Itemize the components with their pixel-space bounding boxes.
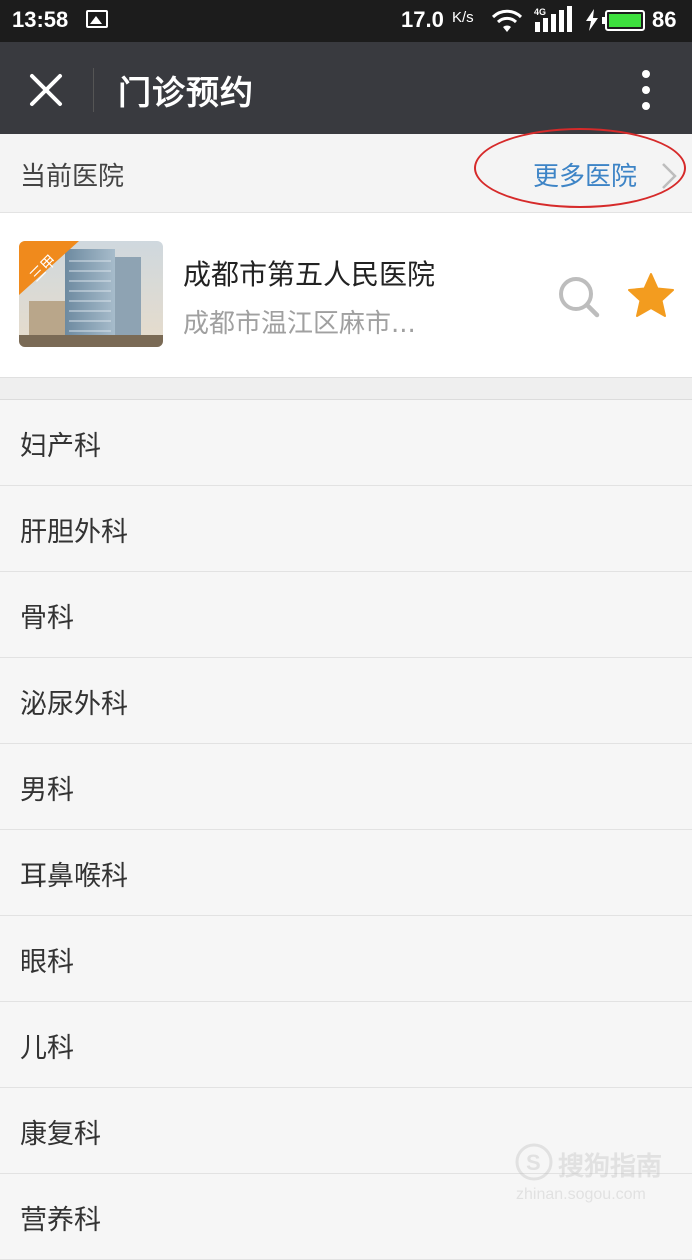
hospital-address: 成都市温江区麻市...	[183, 309, 416, 339]
search-button[interactable]	[553, 271, 605, 323]
search-icon	[559, 277, 600, 318]
more-hospitals-link[interactable]: 更多医院	[478, 148, 684, 200]
more-hospitals-label: 更多医院	[533, 162, 638, 192]
department-item[interactable]: 儿科	[0, 1002, 692, 1088]
section-gap	[0, 378, 692, 400]
more-options-button[interactable]	[626, 66, 666, 114]
department-item[interactable]: 耳鼻喉科	[0, 830, 692, 916]
close-icon	[30, 74, 62, 106]
app-bar: 门诊预约	[0, 42, 692, 134]
department-item[interactable]: 男科	[0, 744, 692, 830]
department-item[interactable]: 康复科	[0, 1088, 692, 1174]
hospital-card[interactable]: 三甲 成都市第五人民医院 成都市温江区麻市...	[0, 213, 692, 378]
wifi-icon	[491, 9, 523, 32]
department-label: 肝胆外科	[20, 517, 128, 548]
cell-signal-icon: 4G	[534, 6, 572, 32]
current-hospital-label: 当前医院	[20, 162, 125, 192]
department-label: 儿科	[20, 1033, 74, 1064]
signal-type-label: 4G	[534, 7, 546, 17]
close-button[interactable]	[22, 66, 70, 114]
department-label: 眼科	[20, 947, 74, 978]
more-vertical-icon	[642, 70, 650, 110]
department-item[interactable]: 泌尿外科	[0, 658, 692, 744]
current-hospital-header: 当前医院 更多医院	[0, 134, 692, 213]
page-title: 门诊预约	[118, 73, 254, 112]
charging-icon	[586, 9, 598, 31]
net-speed-unit: K/s	[452, 9, 474, 26]
battery-level: 86	[652, 7, 677, 32]
chevron-right-icon	[662, 163, 677, 189]
department-label: 营养科	[20, 1205, 101, 1236]
department-item[interactable]: 眼科	[0, 916, 692, 1002]
hospital-building-illustration: 三甲	[19, 241, 163, 347]
status-time: 13:58	[12, 7, 69, 32]
department-label: 妇产科	[20, 431, 101, 462]
net-speed: 17.0	[401, 7, 444, 32]
star-icon	[628, 273, 674, 317]
department-label: 耳鼻喉科	[20, 861, 128, 892]
department-item[interactable]: 营养科	[0, 1174, 692, 1260]
favorite-button[interactable]	[624, 269, 678, 323]
hospital-image[interactable]: 三甲	[19, 241, 163, 347]
status-bar: 13:58 17.0 K/s 4G 86	[0, 0, 692, 42]
department-label: 男科	[20, 775, 74, 806]
department-list: 妇产科 肝胆外科 骨科 泌尿外科 男科 耳鼻喉科 眼科 儿科 康复科 营养科	[0, 400, 692, 1260]
department-item[interactable]: 肝胆外科	[0, 486, 692, 572]
image-notification-icon	[86, 10, 108, 28]
department-item[interactable]: 妇产科	[0, 400, 692, 486]
hospital-name: 成都市第五人民医院	[183, 258, 436, 291]
department-label: 康复科	[20, 1119, 101, 1150]
battery-icon	[602, 10, 645, 31]
app-bar-divider	[93, 68, 94, 112]
department-item[interactable]: 骨科	[0, 572, 692, 658]
department-label: 泌尿外科	[20, 689, 128, 720]
department-label: 骨科	[20, 603, 74, 634]
